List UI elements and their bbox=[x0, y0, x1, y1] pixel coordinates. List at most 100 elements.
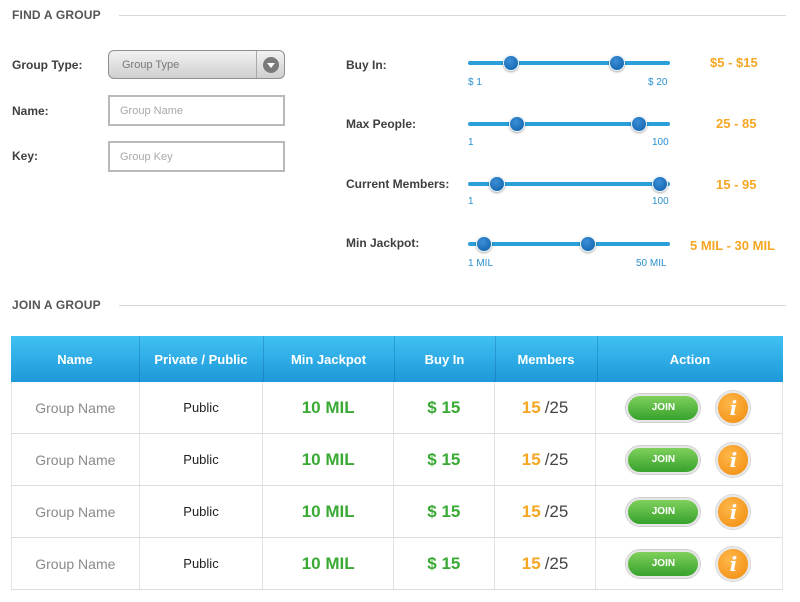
action-cell: JOIN i bbox=[596, 382, 782, 433]
members-total: /25 bbox=[544, 397, 569, 417]
table-header: Name Private / Public Min Jackpot Buy In… bbox=[11, 336, 783, 382]
name-label: Name: bbox=[12, 104, 49, 118]
info-button[interactable]: i bbox=[716, 390, 751, 425]
members-current: 15 bbox=[521, 449, 541, 469]
join-button[interactable]: JOIN bbox=[626, 549, 701, 578]
table-row: Group Name Public 10 MIL $ 15 15 /25 JOI… bbox=[11, 434, 783, 486]
slider-max-handle[interactable] bbox=[631, 116, 648, 132]
min-jackpot-max-tick: 50 MIL bbox=[636, 258, 667, 269]
members-current: 15 bbox=[521, 397, 541, 417]
min-jackpot-slider[interactable] bbox=[468, 236, 670, 252]
slider-min-handle[interactable] bbox=[476, 236, 493, 252]
key-label: Key: bbox=[12, 149, 39, 163]
current-members-range: 15 - 95 bbox=[716, 177, 757, 192]
buy-in-slider[interactable] bbox=[468, 55, 670, 71]
dropdown-button[interactable] bbox=[256, 51, 284, 78]
column-header-name[interactable]: Name bbox=[11, 336, 139, 382]
members-cell: 15 /25 bbox=[495, 434, 597, 485]
join-group-header: JOIN A GROUP bbox=[12, 297, 786, 313]
column-header-buy-in[interactable]: Buy In bbox=[394, 336, 495, 382]
min-jackpot-cell: 10 MIL bbox=[263, 382, 394, 433]
column-header-members[interactable]: Members bbox=[495, 336, 597, 382]
find-group-header: FIND A GROUP bbox=[12, 7, 786, 23]
group-type-select[interactable]: Group Type bbox=[108, 50, 285, 79]
members-cell: 15 /25 bbox=[495, 382, 597, 433]
min-jackpot-cell: 10 MIL bbox=[263, 486, 394, 537]
group-type-value: Group Type bbox=[122, 58, 180, 71]
members-total: /25 bbox=[544, 553, 569, 573]
action-cell: JOIN i bbox=[596, 486, 782, 537]
group-name-cell: Group Name bbox=[12, 486, 140, 537]
members-cell: 15 /25 bbox=[495, 538, 597, 589]
min-jackpot-min-tick: 1 MIL bbox=[468, 258, 494, 269]
max-people-label: Max People: bbox=[346, 117, 417, 131]
privacy-cell: Public bbox=[140, 538, 264, 589]
members-total: /25 bbox=[544, 501, 569, 521]
buy-in-cell: $ 15 bbox=[394, 434, 495, 485]
current-members-slider[interactable] bbox=[468, 176, 670, 192]
group-key-input[interactable] bbox=[108, 141, 285, 172]
buy-in-label: Buy In: bbox=[346, 58, 387, 72]
info-button[interactable]: i bbox=[716, 442, 751, 477]
divider bbox=[118, 304, 786, 306]
slider-min-handle[interactable] bbox=[502, 55, 519, 71]
chevron-down-icon bbox=[262, 56, 279, 73]
slider-min-handle[interactable] bbox=[488, 176, 505, 192]
table-row: Group Name Public 10 MIL $ 15 15 /25 JOI… bbox=[11, 486, 783, 538]
column-header-privacy[interactable]: Private / Public bbox=[139, 336, 263, 382]
buy-in-min-tick: $ 1 bbox=[468, 77, 482, 88]
column-header-min-jackpot[interactable]: Min Jackpot bbox=[263, 336, 394, 382]
buy-in-cell: $ 15 bbox=[394, 382, 495, 433]
info-button[interactable]: i bbox=[716, 494, 751, 529]
members-current: 15 bbox=[521, 501, 541, 521]
join-group-title: JOIN A GROUP bbox=[12, 298, 101, 312]
min-jackpot-range: 5 MIL - 30 MIL bbox=[690, 238, 775, 253]
info-icon: i bbox=[729, 499, 738, 524]
slider-max-handle[interactable] bbox=[608, 55, 625, 71]
slider-max-handle[interactable] bbox=[651, 176, 668, 192]
max-people-min-tick: 1 bbox=[468, 137, 474, 148]
slider-track[interactable] bbox=[468, 242, 670, 246]
info-icon: i bbox=[729, 551, 738, 576]
group-name-input[interactable] bbox=[108, 95, 285, 126]
buy-in-cell: $ 15 bbox=[394, 486, 495, 537]
groups-table: Name Private / Public Min Jackpot Buy In… bbox=[11, 336, 783, 590]
join-button[interactable]: JOIN bbox=[626, 497, 701, 526]
table-row: Group Name Public 10 MIL $ 15 15 /25 JOI… bbox=[11, 382, 783, 434]
privacy-cell: Public bbox=[140, 382, 264, 433]
max-people-range: 25 - 85 bbox=[716, 116, 757, 131]
max-people-max-tick: 100 bbox=[652, 137, 669, 148]
group-name-cell: Group Name bbox=[12, 382, 140, 433]
buy-in-max-tick: $ 20 bbox=[648, 77, 668, 88]
info-icon: i bbox=[729, 395, 738, 420]
action-cell: JOIN i bbox=[596, 434, 782, 485]
find-group-title: FIND A GROUP bbox=[12, 8, 101, 22]
info-button[interactable]: i bbox=[716, 546, 751, 581]
current-members-max-tick: 100 bbox=[652, 196, 669, 207]
members-total: /25 bbox=[544, 449, 569, 469]
min-jackpot-cell: 10 MIL bbox=[263, 538, 394, 589]
max-people-slider[interactable] bbox=[468, 116, 670, 132]
join-button[interactable]: JOIN bbox=[626, 445, 701, 474]
current-members-min-tick: 1 bbox=[468, 196, 474, 207]
group-name-cell: Group Name bbox=[12, 434, 140, 485]
members-current: 15 bbox=[521, 553, 541, 573]
buy-in-range: $5 - $15 bbox=[710, 55, 758, 70]
current-members-label: Current Members: bbox=[346, 177, 450, 191]
join-button[interactable]: JOIN bbox=[626, 393, 701, 422]
buy-in-cell: $ 15 bbox=[394, 538, 495, 589]
min-jackpot-cell: 10 MIL bbox=[263, 434, 394, 485]
column-header-action: Action bbox=[597, 336, 783, 382]
info-icon: i bbox=[729, 447, 738, 472]
action-cell: JOIN i bbox=[596, 538, 782, 589]
group-name-cell: Group Name bbox=[12, 538, 140, 589]
divider bbox=[118, 14, 786, 16]
min-jackpot-label: Min Jackpot: bbox=[346, 236, 420, 250]
slider-track[interactable] bbox=[468, 61, 670, 65]
group-type-label: Group Type: bbox=[12, 58, 83, 72]
slider-max-handle[interactable] bbox=[579, 236, 596, 252]
slider-min-handle[interactable] bbox=[508, 116, 525, 132]
table-row: Group Name Public 10 MIL $ 15 15 /25 JOI… bbox=[11, 538, 783, 590]
members-cell: 15 /25 bbox=[495, 486, 597, 537]
privacy-cell: Public bbox=[140, 486, 264, 537]
